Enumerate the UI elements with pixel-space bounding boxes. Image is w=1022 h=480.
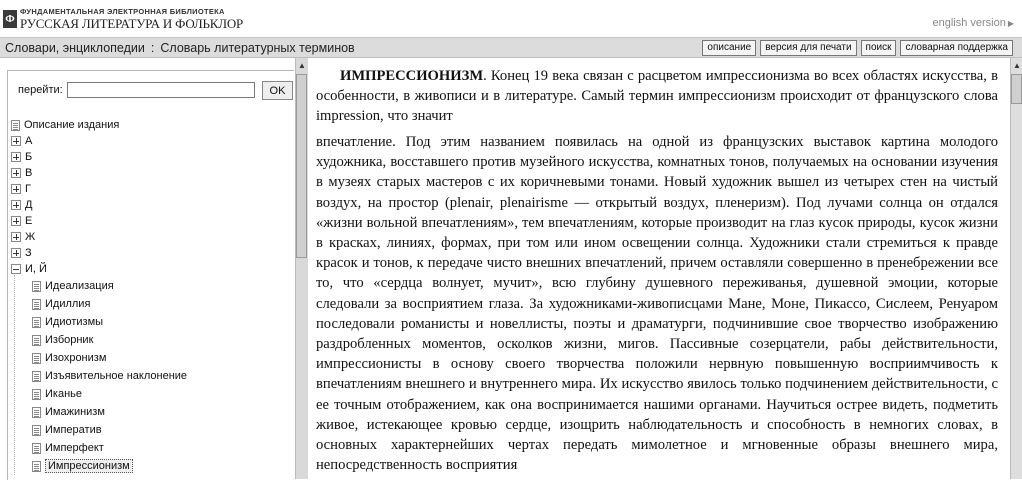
tree-letter-z[interactable]: З <box>11 245 32 261</box>
navigation-scrollbar[interactable]: ▲ <box>295 58 308 479</box>
tree-item[interactable]: Императив <box>32 422 102 438</box>
logo-bottom-text: РУССКАЯ ЛИТЕРАТУРА И ФОЛЬКЛОР <box>20 15 244 31</box>
site-header: Ф ФУНДАМЕНТАЛЬНАЯ ЭЛЕКТРОННАЯ БИБЛИОТЕКА… <box>0 0 1022 37</box>
goto-input[interactable] <box>66 82 255 98</box>
breadcrumb-page: Словарь литературных терминов <box>160 41 355 55</box>
print-version-button[interactable]: версия для печати <box>760 40 857 56</box>
article-term: ИМПРЕССИОНИЗМ <box>340 68 484 84</box>
tree-item-label: Изохронизм <box>45 352 107 364</box>
expand-icon[interactable] <box>11 168 21 178</box>
article-content: ИМПРЕССИОНИЗМ. Конец 19 века связан с ра… <box>308 58 1010 479</box>
tree-item-label: Идиотизмы <box>45 316 104 328</box>
goto-ok-button[interactable]: OK <box>262 81 293 100</box>
tree-letter-label: А <box>25 135 33 147</box>
tree-item[interactable]: Иканье <box>32 386 82 402</box>
tree-root-label: Описание издания <box>24 119 120 131</box>
tree-item[interactable]: Изъявительное наклонение <box>32 368 187 384</box>
triangle-right-icon: ▶ <box>1007 19 1014 28</box>
scroll-up-icon[interactable]: ▲ <box>1012 60 1022 72</box>
tree-item-label: Имажинизм <box>45 406 105 418</box>
tree-item-label: Импрессионизм <box>45 459 133 473</box>
scroll-up-icon[interactable]: ▲ <box>297 60 307 72</box>
logo-mark-icon: Ф <box>3 9 17 28</box>
tree-letter-label: В <box>25 167 33 179</box>
goto-label: перейти: <box>18 84 63 96</box>
expand-icon[interactable] <box>11 184 21 194</box>
document-icon <box>32 280 41 292</box>
document-icon <box>11 119 20 131</box>
tree-letter-label: З <box>25 247 32 259</box>
tree-item-selected[interactable]: Импрессионизм <box>32 458 133 474</box>
document-icon <box>32 424 41 436</box>
tree-item[interactable]: Идиотизмы <box>32 314 103 330</box>
document-icon <box>32 334 41 346</box>
tree-letter-g[interactable]: Г <box>11 181 31 197</box>
tree-letter-a[interactable]: А <box>11 133 32 149</box>
document-icon <box>32 298 41 310</box>
breadcrumb-separator: : <box>150 41 155 55</box>
document-icon <box>32 406 41 418</box>
tree-item[interactable]: Идеализация <box>32 278 114 294</box>
collapse-icon[interactable] <box>11 264 21 274</box>
expand-icon[interactable] <box>11 152 21 162</box>
expand-icon[interactable] <box>11 136 21 146</box>
content-scrollbar[interactable]: ▲ <box>1010 58 1022 479</box>
tree-item-label: Идиллия <box>45 298 91 310</box>
tree-letter-zh[interactable]: Ж <box>11 229 35 245</box>
goto-form: перейти: <box>18 82 255 98</box>
tree-item-label: Имперфект <box>45 442 104 454</box>
tree-letter-label: Г <box>25 183 31 195</box>
tree-guide-line <box>14 275 16 475</box>
article-paragraph-1: ИМПРЕССИОНИЗМ. Конец 19 века связан с ра… <box>316 66 998 127</box>
tree-item[interactable]: Имажинизм <box>32 404 105 420</box>
tree-item-label: Изборник <box>45 334 94 346</box>
tree-letter-v[interactable]: В <box>11 165 32 181</box>
document-icon <box>32 316 41 328</box>
tree-item-label: Иканье <box>45 388 83 400</box>
breadcrumb: Словари, энциклопедии: Словарь литературн… <box>5 41 355 55</box>
description-button[interactable]: описание <box>702 40 757 56</box>
scrollbar-thumb[interactable] <box>296 74 307 258</box>
logo-top-text: ФУНДАМЕНТАЛЬНАЯ ЭЛЕКТРОННАЯ БИБЛИОТЕКА <box>20 7 225 16</box>
expand-icon[interactable] <box>11 200 21 210</box>
expand-icon[interactable] <box>11 232 21 242</box>
tree-letter-label: Д <box>25 199 33 211</box>
tree-item[interactable]: Имперфект <box>32 440 104 456</box>
breadcrumb-section[interactable]: Словари, энциклопедии <box>5 41 145 55</box>
english-version-link[interactable]: english version ▶ <box>932 17 1014 29</box>
tree-root[interactable]: Описание издания <box>11 117 119 133</box>
site-logo[interactable]: Ф ФУНДАМЕНТАЛЬНАЯ ЭЛЕКТРОННАЯ БИБЛИОТЕКА… <box>3 8 243 30</box>
expand-icon[interactable] <box>11 248 21 258</box>
document-icon <box>32 352 41 364</box>
dictionary-support-button[interactable]: словарная поддержка <box>900 40 1013 56</box>
tree-letter-e[interactable]: Е <box>11 213 32 229</box>
article-paragraph-2: впечатление. Под этим названием появилас… <box>316 134 998 474</box>
tree-letter-i[interactable]: И, Й <box>11 261 47 277</box>
search-button[interactable]: поиск <box>860 40 897 56</box>
document-icon <box>32 370 41 382</box>
tree-item[interactable]: Изборник <box>32 332 93 348</box>
scrollbar-thumb[interactable] <box>1011 74 1022 104</box>
tree-letter-label: Е <box>25 215 33 227</box>
document-icon <box>32 388 41 400</box>
tree-letter-label: Ж <box>25 231 36 243</box>
tree-letter-label: Б <box>25 151 33 163</box>
tree-item[interactable]: Идиллия <box>32 296 90 312</box>
document-icon <box>32 460 41 472</box>
document-icon <box>32 442 41 454</box>
tree-letter-d[interactable]: Д <box>11 197 32 213</box>
tree-item-label: Императив <box>45 424 102 436</box>
tree-item-label: Идеализация <box>45 280 114 292</box>
tree-letter-label: И, Й <box>25 263 47 275</box>
tree-letter-b[interactable]: Б <box>11 149 32 165</box>
tree-item[interactable]: Изохронизм <box>32 350 106 366</box>
tree-item-label: Изъявительное наклонение <box>45 370 188 382</box>
expand-icon[interactable] <box>11 216 21 226</box>
title-bar: Словари, энциклопедии: Словарь литературн… <box>0 37 1022 58</box>
